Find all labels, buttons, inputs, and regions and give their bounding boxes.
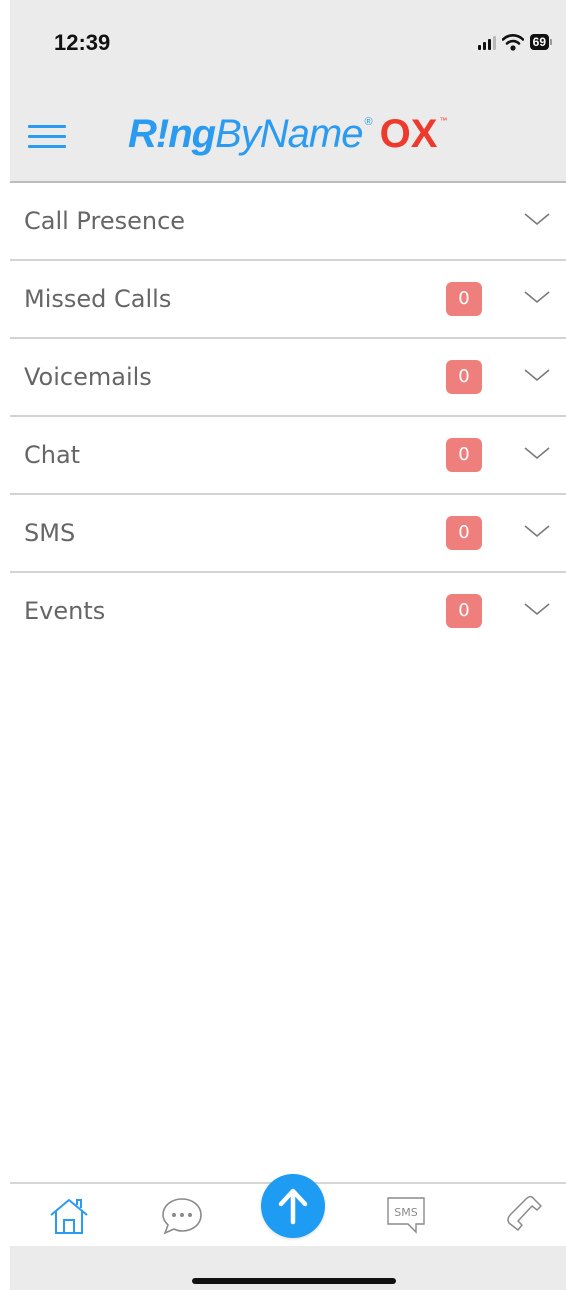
home-icon[interactable] xyxy=(48,1196,90,1236)
section-missed-calls[interactable]: Missed Calls 0 xyxy=(10,261,566,339)
home-indicator[interactable] xyxy=(192,1278,396,1284)
hamburger-menu-icon[interactable] xyxy=(26,119,70,155)
section-label: Call Presence xyxy=(24,207,186,235)
section-list: Call Presence Missed Calls 0 Voicemails … xyxy=(10,183,566,649)
upload-arrow-icon xyxy=(278,1188,308,1225)
missed-calls-count-badge: 0 xyxy=(446,282,482,316)
phone-icon[interactable] xyxy=(504,1194,544,1236)
app-screen: 12:39 69 R!ng ByName ® OX ™ Call Presenc… xyxy=(10,0,566,1290)
voicemails-count-badge: 0 xyxy=(446,360,482,394)
chevron-down-icon xyxy=(524,213,550,226)
status-time: 12:39 xyxy=(54,30,111,55)
section-label: Events xyxy=(24,597,106,625)
section-label: Chat xyxy=(24,441,81,469)
home-indicator-area xyxy=(10,1246,566,1290)
sms-icon[interactable]: SMS xyxy=(386,1196,426,1234)
section-label: Voicemails xyxy=(24,363,152,391)
status-icons: 69 xyxy=(477,32,552,52)
cellular-signal-icon xyxy=(477,34,496,50)
battery-level: 69 xyxy=(529,34,549,50)
app-header: 12:39 69 R!ng ByName ® OX ™ xyxy=(10,0,566,182)
ringbyname-ox-logo: R!ng ByName ® OX ™ xyxy=(128,112,448,156)
chat-count-badge: 0 xyxy=(446,438,482,472)
chevron-down-icon xyxy=(524,447,550,460)
events-count-badge: 0 xyxy=(446,594,482,628)
section-sms[interactable]: SMS 0 xyxy=(10,495,566,573)
battery-icon: 69 xyxy=(529,34,552,50)
section-label: SMS xyxy=(24,519,76,547)
section-label: Missed Calls xyxy=(24,285,172,313)
chevron-down-icon xyxy=(524,291,550,304)
chat-bubble-icon[interactable] xyxy=(160,1196,204,1236)
chevron-down-icon xyxy=(524,369,550,382)
sms-icon-text: SMS xyxy=(394,1206,417,1219)
upload-arrow-button[interactable] xyxy=(261,1174,325,1238)
section-events[interactable]: Events 0 xyxy=(10,573,566,649)
section-call-presence[interactable]: Call Presence xyxy=(10,183,566,261)
section-voicemails[interactable]: Voicemails 0 xyxy=(10,339,566,417)
sms-count-badge: 0 xyxy=(446,516,482,550)
wifi-icon xyxy=(501,33,524,51)
section-chat[interactable]: Chat 0 xyxy=(10,417,566,495)
chevron-down-icon xyxy=(524,603,550,616)
chevron-down-icon xyxy=(524,525,550,538)
